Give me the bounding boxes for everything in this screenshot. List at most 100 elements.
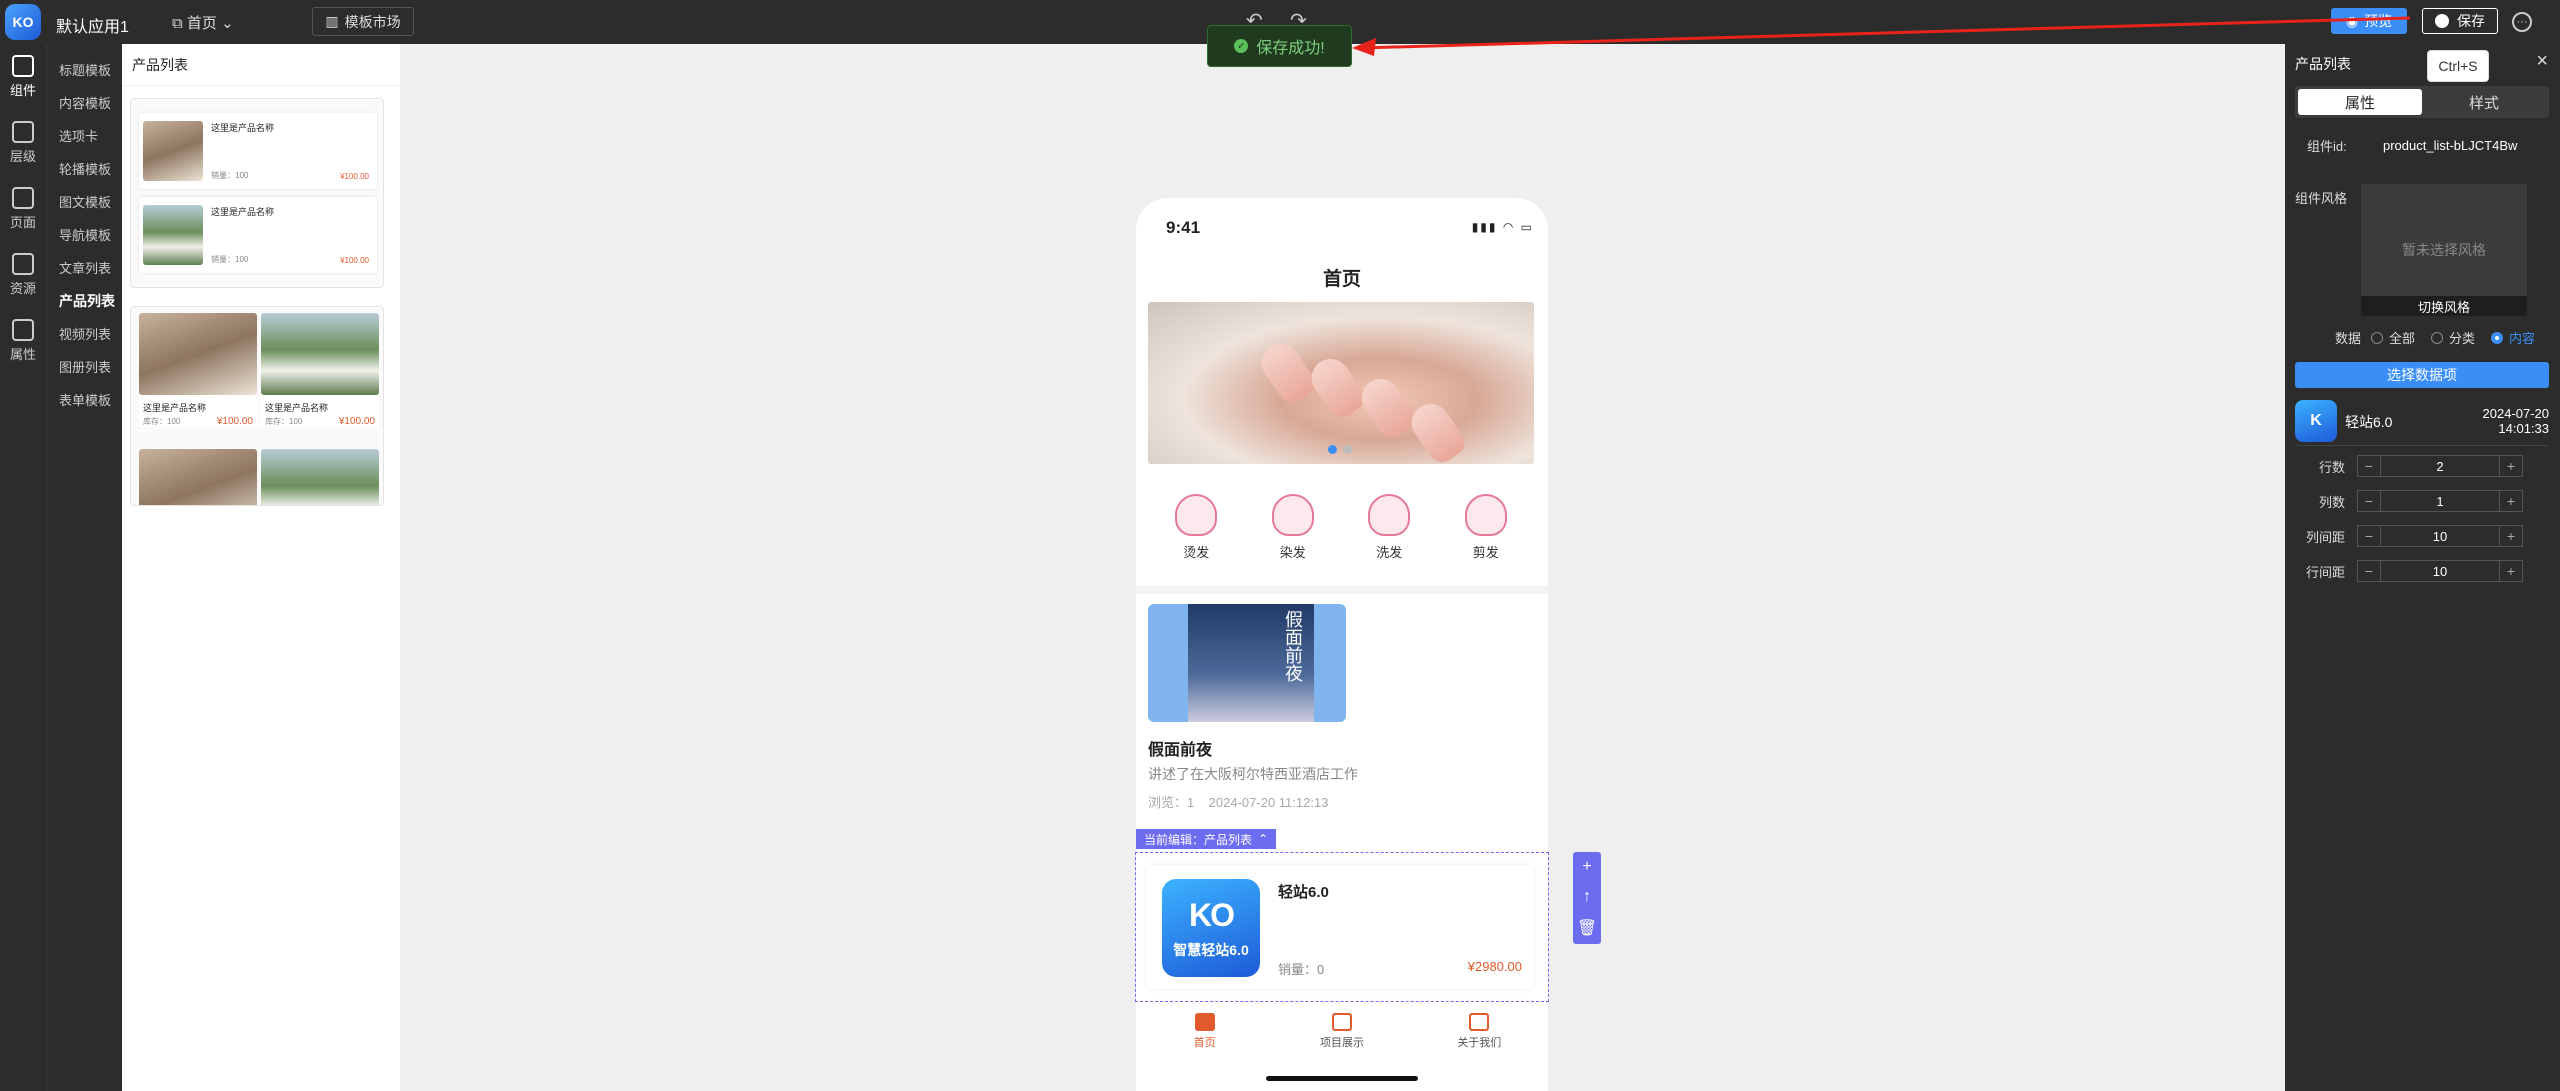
tab-projects[interactable]: 项目展示 xyxy=(1282,1006,1402,1056)
product-image xyxy=(261,313,379,395)
carousel-dot-active[interactable] xyxy=(1328,445,1337,454)
status-icons: ▮▮▮ ◠ ▭ xyxy=(1471,220,1534,234)
minus-icon[interactable]: − xyxy=(2358,456,2380,476)
template-list-item: 这里是产品名称 销量：100 ¥100.00 xyxy=(139,197,377,273)
plus-icon[interactable]: + xyxy=(2500,456,2522,476)
template-grid-style[interactable]: 这里是产品名称 库存：100 ¥100.00 这里是产品名称 库存：100 ¥100… xyxy=(130,306,384,506)
data-item[interactable]: K 轻站6.0 2024-07-20 14:01:33 xyxy=(2295,396,2549,446)
nav-label: 页面 xyxy=(9,215,36,230)
close-icon[interactable]: × xyxy=(2536,50,2548,73)
product-stock: 库存：100 xyxy=(265,417,303,426)
tab-home[interactable]: 首页 xyxy=(1145,1006,1265,1056)
stepper-value[interactable]: 1 xyxy=(2380,491,2500,511)
nail-image xyxy=(1404,396,1470,464)
category-item[interactable]: 视频列表 xyxy=(47,318,122,351)
icon-nav-item[interactable]: 剪发 xyxy=(1464,478,1507,576)
panel-tabs: 属性 样式 xyxy=(2295,86,2549,118)
plus-icon[interactable]: + xyxy=(2500,526,2522,546)
nav-pages[interactable]: 页面 xyxy=(0,176,46,242)
icon-nav-item[interactable]: 洗发 xyxy=(1368,478,1411,576)
hair-perm-icon xyxy=(1175,493,1218,536)
tab-label: 首页 xyxy=(1193,1036,1216,1049)
tab-about[interactable]: 关于我们 xyxy=(1419,1006,1539,1056)
preview-label: 预览 xyxy=(2364,13,2393,29)
category-item[interactable]: 内容模板 xyxy=(47,87,122,120)
radio-label: 分类 xyxy=(2449,331,2476,346)
category-item[interactable]: 表单模板 xyxy=(47,384,122,417)
style-preview[interactable]: 暂未选择风格 切换风格 xyxy=(2361,184,2527,316)
carousel-banner[interactable] xyxy=(1148,302,1534,464)
nav-resources[interactable]: 资源 xyxy=(0,242,46,308)
stepper-label: 列数 xyxy=(2318,494,2345,510)
minus-icon[interactable]: − xyxy=(2358,491,2380,511)
icon-nav-item[interactable]: 染发 xyxy=(1271,478,1314,576)
minus-icon[interactable]: − xyxy=(2358,526,2380,546)
radio-icon xyxy=(2371,331,2383,344)
plus-icon[interactable]: + xyxy=(1582,858,1591,876)
preview-button[interactable]: ◉ 预览 xyxy=(2331,8,2407,34)
plus-icon[interactable]: + xyxy=(2500,491,2522,511)
nav-properties[interactable]: 属性 xyxy=(0,308,46,374)
stepper-value[interactable]: 2 xyxy=(2380,456,2500,476)
product-price: ¥2980.00 xyxy=(1467,959,1522,974)
article-desc: 讲述了在大阪柯尔特西亚酒店工作 xyxy=(1148,766,1358,782)
tab-properties[interactable]: 属性 xyxy=(2298,89,2422,115)
arrow-up-icon[interactable]: ↑ xyxy=(1583,888,1591,906)
category-item-active[interactable]: 产品列表 xyxy=(47,285,122,318)
product-name: 这里是产品名称 xyxy=(143,403,207,413)
stepper-value[interactable]: 10 xyxy=(2380,526,2500,546)
book-poster: 假面前夜 xyxy=(1188,604,1314,722)
data-item-name: 轻站6.0 xyxy=(2345,414,2393,430)
data-item-datetime: 2024-07-20 14:01:33 xyxy=(2483,406,2550,436)
carousel-dot[interactable] xyxy=(1343,445,1352,454)
article-title[interactable]: 假面前夜 xyxy=(1148,736,1212,760)
nail-image xyxy=(1354,371,1420,443)
category-item[interactable]: 选项卡 xyxy=(47,120,122,153)
product-name: 这里是产品名称 xyxy=(211,207,275,217)
nav-components[interactable]: 组件 xyxy=(0,44,46,110)
more-icon[interactable]: ··· xyxy=(2512,12,2532,32)
product-image xyxy=(143,121,203,181)
plus-icon[interactable]: + xyxy=(2500,561,2522,581)
switch-style-button[interactable]: 切换风格 xyxy=(2361,296,2527,316)
tab-style[interactable]: 样式 xyxy=(2422,89,2546,115)
app-name[interactable]: 默认应用1 xyxy=(56,13,129,37)
selected-product-list[interactable]: KO 智慧轻站6.0 轻站6.0 销量：0 ¥2980.00 xyxy=(1135,852,1549,1002)
template-market-button[interactable]: ▥ 模板市场 xyxy=(312,7,414,36)
product-price: ¥100.00 xyxy=(340,172,369,181)
category-item[interactable]: 图文模板 xyxy=(47,186,122,219)
nav-label: 组件 xyxy=(9,83,36,98)
message-icon xyxy=(1469,1012,1490,1031)
product-card[interactable]: KO 智慧轻站6.0 轻站6.0 销量：0 ¥2980.00 xyxy=(1146,865,1534,989)
radio-category[interactable]: 分类 xyxy=(2431,328,2475,347)
page-select[interactable]: ⧉ 首页 ⌄ xyxy=(172,12,234,33)
product-image xyxy=(139,449,257,505)
page-title: 首页 xyxy=(1322,269,1361,290)
product-name: 这里是产品名称 xyxy=(265,403,329,413)
data-item-time: 14:01:33 xyxy=(2498,421,2549,436)
save-button[interactable]: 保存 xyxy=(2422,8,2498,34)
rows-stepper: −2 + xyxy=(2357,455,2523,477)
tab-label: 项目展示 xyxy=(1319,1036,1364,1049)
radio-content[interactable]: 内容 xyxy=(2491,328,2535,347)
no-style-text: 暂未选择风格 xyxy=(2402,242,2486,258)
trash-icon[interactable]: 🗑 xyxy=(1577,918,1597,938)
status-time: 9:41 xyxy=(1166,218,1201,237)
radio-all[interactable]: 全部 xyxy=(2371,328,2415,347)
minus-icon[interactable]: − xyxy=(2358,561,2380,581)
page-icon xyxy=(12,187,34,209)
icon-nav-item[interactable]: 烫发 xyxy=(1175,478,1218,576)
category-item[interactable]: 轮播模板 xyxy=(47,153,122,186)
category-item[interactable]: 文章列表 xyxy=(47,252,122,285)
template-list-style[interactable]: 这里是产品名称 销量：100 ¥100.00 这里是产品名称 销量：100 ¥1… xyxy=(130,98,384,288)
article-image[interactable]: 假面前夜 xyxy=(1148,604,1346,722)
category-item[interactable]: 图册列表 xyxy=(47,351,122,384)
nav-layers[interactable]: 层级 xyxy=(0,110,46,176)
product-name: 这里是产品名称 xyxy=(211,123,275,133)
category-item[interactable]: 导航模板 xyxy=(47,219,122,252)
col-gap-stepper-row: 列间距 −10 + xyxy=(2295,524,2549,548)
current-edit-tag[interactable]: 当前编辑：产品列表 ⌃ xyxy=(1136,829,1277,849)
category-item[interactable]: 标题模板 xyxy=(47,54,122,87)
stepper-value[interactable]: 10 xyxy=(2380,561,2500,581)
select-data-button[interactable]: 选择数据项 xyxy=(2295,362,2549,388)
